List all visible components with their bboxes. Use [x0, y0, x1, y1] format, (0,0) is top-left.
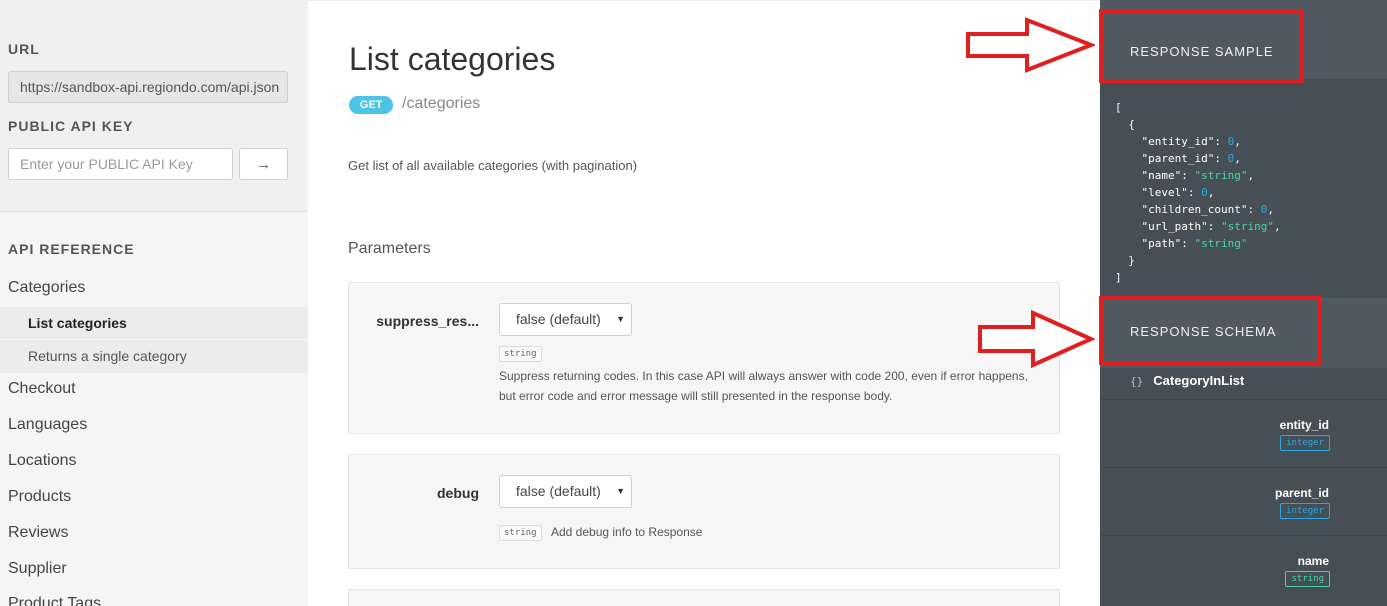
field-name: entity_id	[1279, 418, 1329, 432]
param-value-select[interactable]: false (default) ▼	[499, 475, 632, 508]
param-value-select[interactable]: false (default) ▼	[499, 303, 632, 336]
parameters-heading: Parameters	[348, 240, 431, 257]
sidebar: URL https://sandbox-api.regiondo.com/api…	[0, 0, 308, 606]
select-value: false (default)	[516, 311, 601, 327]
schema-field-row: entity_id integer	[1100, 400, 1387, 468]
param-description: Add debug info to Response	[551, 525, 703, 539]
select-value: false (default)	[516, 483, 601, 499]
page-title: List categories	[349, 41, 556, 77]
endpoint-description: Get list of all available categories (wi…	[348, 158, 638, 173]
annotation-highlight-box	[1099, 9, 1304, 83]
nav-item-supplier[interactable]: Supplier	[8, 560, 67, 578]
api-settings: URL https://sandbox-api.regiondo.com/api…	[0, 0, 308, 212]
chevron-down-icon: ▼	[616, 486, 625, 496]
http-method-badge: GET	[349, 96, 393, 114]
nav-subitem-list-categories[interactable]: List categories	[0, 307, 308, 340]
api-key-input[interactable]	[8, 148, 233, 180]
nav-item-languages[interactable]: Languages	[8, 416, 87, 434]
nav-item-categories[interactable]: Categories	[8, 279, 85, 297]
main-content: List categories GET /categories Get list…	[308, 0, 1100, 606]
field-type-badge: integer	[1280, 435, 1330, 451]
schema-field-row: parent_id integer	[1100, 468, 1387, 536]
url-heading: URL	[8, 41, 40, 57]
submit-key-button[interactable]: →	[239, 148, 288, 180]
field-name: name	[1297, 554, 1329, 568]
object-icon: {}	[1130, 375, 1144, 388]
schema-root-name: CategoryInList	[1153, 373, 1245, 388]
endpoint-path: /categories	[402, 95, 481, 112]
arrow-right-icon: →	[256, 155, 271, 173]
param-suppress-response-codes: suppress_res... false (default) ▼ string…	[348, 282, 1060, 434]
nav-item-products[interactable]: Products	[8, 488, 71, 506]
nav-subitem-single-category[interactable]: Returns a single category	[0, 340, 308, 373]
param-name: suppress_res...	[376, 313, 479, 329]
schema-field-row: name string	[1100, 536, 1387, 606]
field-type-badge: string	[1285, 571, 1330, 587]
param-name: debug	[437, 485, 479, 501]
field-type-badge: integer	[1280, 503, 1330, 519]
nav-item-reviews[interactable]: Reviews	[8, 524, 68, 542]
nav-item-locations[interactable]: Locations	[8, 452, 77, 470]
response-sample-code: [ { "entity_id": 0, "parent_id": 0, "nam…	[1115, 101, 1281, 284]
param-debug: debug false (default) ▼ string Add debug…	[348, 454, 1060, 569]
nav-item-checkout[interactable]: Checkout	[8, 380, 76, 398]
chevron-down-icon: ▼	[616, 314, 625, 324]
api-docs-page: URL https://sandbox-api.regiondo.com/api…	[0, 0, 1387, 606]
url-field[interactable]: https://sandbox-api.regiondo.com/api.jso…	[8, 71, 288, 103]
schema-root[interactable]: {} CategoryInList	[1130, 373, 1244, 388]
annotation-arrow-icon	[978, 309, 1095, 369]
param-next	[348, 589, 1060, 606]
field-name: parent_id	[1274, 486, 1329, 500]
nav-item-product-tags[interactable]: Product Tags	[8, 595, 101, 606]
annotation-arrow-icon	[966, 17, 1095, 73]
param-type-badge: string	[499, 525, 542, 541]
param-description: Suppress returning codes. In this case A…	[499, 369, 1028, 403]
param-type-badge: string	[499, 346, 542, 362]
annotation-highlight-box	[1099, 296, 1321, 365]
api-key-heading: PUBLIC API KEY	[8, 118, 134, 134]
api-reference-heading: API REFERENCE	[8, 241, 135, 257]
